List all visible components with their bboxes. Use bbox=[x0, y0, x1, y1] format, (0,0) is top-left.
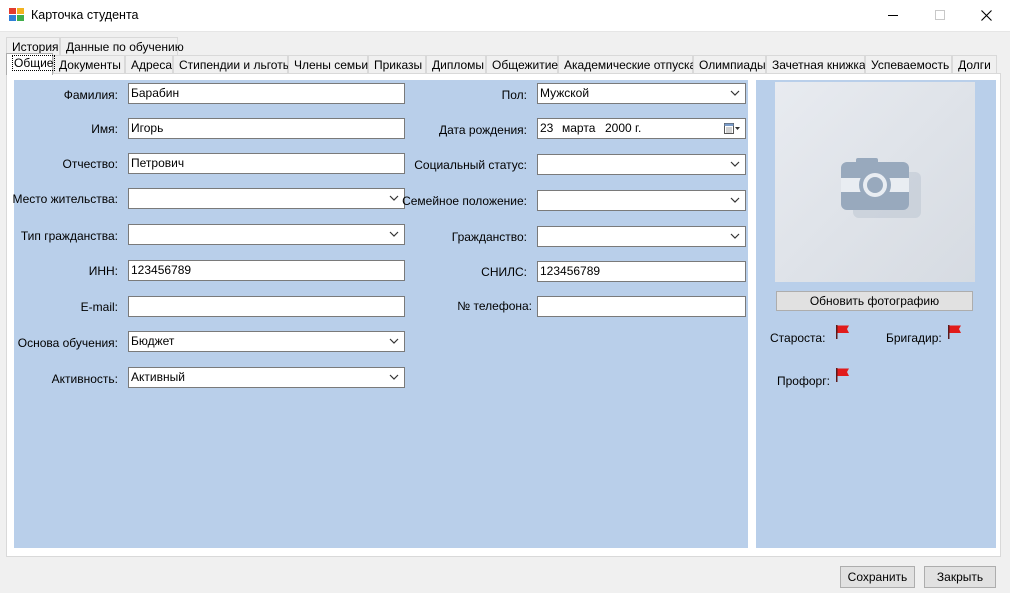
birth-year: 2000 г. bbox=[605, 121, 642, 135]
email-input[interactable] bbox=[128, 296, 405, 317]
activity-value: Активный bbox=[131, 370, 185, 384]
study-basis-value: Бюджет bbox=[131, 334, 175, 348]
inn-input[interactable]: 123456789 bbox=[128, 260, 405, 281]
save-button[interactable]: Сохранить bbox=[840, 566, 915, 588]
chevron-down-icon bbox=[730, 197, 740, 203]
chevron-down-icon bbox=[389, 374, 399, 380]
window-title: Карточка студента bbox=[31, 8, 139, 22]
social-status-label: Социальный статус: bbox=[414, 158, 527, 172]
residence-select[interactable] bbox=[128, 188, 405, 209]
chevron-down-icon bbox=[389, 195, 399, 201]
chevron-down-icon bbox=[389, 231, 399, 237]
close-icon bbox=[980, 9, 992, 21]
tab-study-data[interactable]: Данные по обучению bbox=[60, 37, 184, 56]
citizenship-select[interactable] bbox=[537, 226, 746, 247]
tab-general[interactable]: Общие bbox=[6, 53, 56, 75]
study-basis-label: Основа обучения: bbox=[17, 336, 118, 350]
gender-select[interactable]: Мужской bbox=[537, 83, 746, 104]
citizenship-type-select[interactable] bbox=[128, 224, 405, 245]
union-organizer-label: Профорг: bbox=[777, 374, 830, 388]
inn-label: ИНН: bbox=[88, 264, 118, 278]
name-label: Имя: bbox=[91, 122, 118, 136]
minimize-icon bbox=[888, 14, 898, 16]
tab-dormitory[interactable]: Общежитие bbox=[486, 55, 558, 74]
brigadier-flag-icon[interactable] bbox=[947, 324, 963, 340]
birth-day: 23 bbox=[540, 121, 554, 135]
name-input[interactable]: Игорь bbox=[128, 118, 405, 139]
chevron-down-icon bbox=[730, 233, 740, 239]
tabs-main: Общие Документы Адреса Стипендии и льгот… bbox=[6, 53, 1001, 75]
chevron-down-icon bbox=[730, 161, 740, 167]
phone-label: № телефона: bbox=[457, 299, 532, 313]
chevron-down-icon bbox=[389, 338, 399, 344]
tab-family[interactable]: Члены семьи bbox=[288, 55, 368, 74]
marital-status-select[interactable] bbox=[537, 190, 746, 211]
tab-addresses[interactable]: Адреса bbox=[125, 55, 173, 74]
surname-input[interactable]: Барабин bbox=[128, 83, 405, 104]
tab-olympiads[interactable]: Олимпиады bbox=[693, 55, 766, 74]
tab-performance[interactable]: Успеваемость bbox=[865, 55, 952, 74]
close-window-button[interactable] bbox=[963, 0, 1009, 30]
maximize-icon bbox=[935, 10, 945, 20]
headman-label: Староста: bbox=[770, 331, 826, 345]
snils-label: СНИЛС: bbox=[481, 265, 527, 279]
chevron-down-icon bbox=[730, 90, 740, 96]
camera-icon bbox=[841, 158, 921, 218]
maximize-button bbox=[917, 0, 963, 30]
gender-label: Пол: bbox=[501, 88, 527, 102]
tab-scholarships[interactable]: Стипендии и льготы bbox=[173, 55, 291, 74]
tab-debts[interactable]: Долги bbox=[952, 55, 997, 74]
phone-input[interactable] bbox=[537, 296, 746, 317]
student-photo bbox=[775, 82, 975, 282]
citizenship-type-label: Тип гражданства: bbox=[20, 229, 118, 243]
email-label: E-mail: bbox=[80, 300, 118, 314]
activity-select[interactable]: Активный bbox=[128, 367, 405, 388]
study-basis-select[interactable]: Бюджет bbox=[128, 331, 405, 352]
minimize-button[interactable] bbox=[870, 0, 916, 30]
citizenship-label: Гражданство: bbox=[451, 230, 527, 244]
close-button[interactable]: Закрыть bbox=[924, 566, 996, 588]
calendar-dropdown-icon bbox=[724, 123, 740, 134]
birth-date-picker[interactable]: 23 марта 2000 г. bbox=[537, 118, 746, 139]
birth-month: марта bbox=[562, 121, 596, 135]
brigadier-label: Бригадир: bbox=[886, 331, 942, 345]
gender-value: Мужской bbox=[540, 86, 590, 100]
residence-label: Место жительства: bbox=[12, 192, 118, 206]
tab-diplomas[interactable]: Дипломы bbox=[426, 55, 486, 74]
tab-record-book[interactable]: Зачетная книжка bbox=[766, 55, 866, 74]
tab-orders[interactable]: Приказы bbox=[368, 55, 426, 74]
social-status-select[interactable] bbox=[537, 154, 746, 175]
birth-date-label: Дата рождения: bbox=[439, 123, 527, 137]
tab-documents[interactable]: Документы bbox=[53, 55, 125, 74]
title-bar: Карточка студента bbox=[0, 0, 1010, 32]
headman-flag-icon[interactable] bbox=[835, 324, 851, 340]
marital-status-label: Семейное положение: bbox=[402, 194, 527, 208]
union-organizer-flag-icon[interactable] bbox=[835, 367, 851, 383]
surname-label: Фамилия: bbox=[63, 88, 118, 102]
app-icon bbox=[9, 8, 25, 22]
update-photo-button[interactable]: Обновить фотографию bbox=[776, 291, 973, 311]
patronymic-label: Отчество: bbox=[62, 157, 119, 171]
activity-label: Активность: bbox=[51, 372, 118, 386]
tab-academic-leave[interactable]: Академические отпуска bbox=[558, 55, 696, 74]
snils-input[interactable]: 123456789 bbox=[537, 261, 746, 282]
patronymic-input[interactable]: Петрович bbox=[128, 153, 405, 174]
